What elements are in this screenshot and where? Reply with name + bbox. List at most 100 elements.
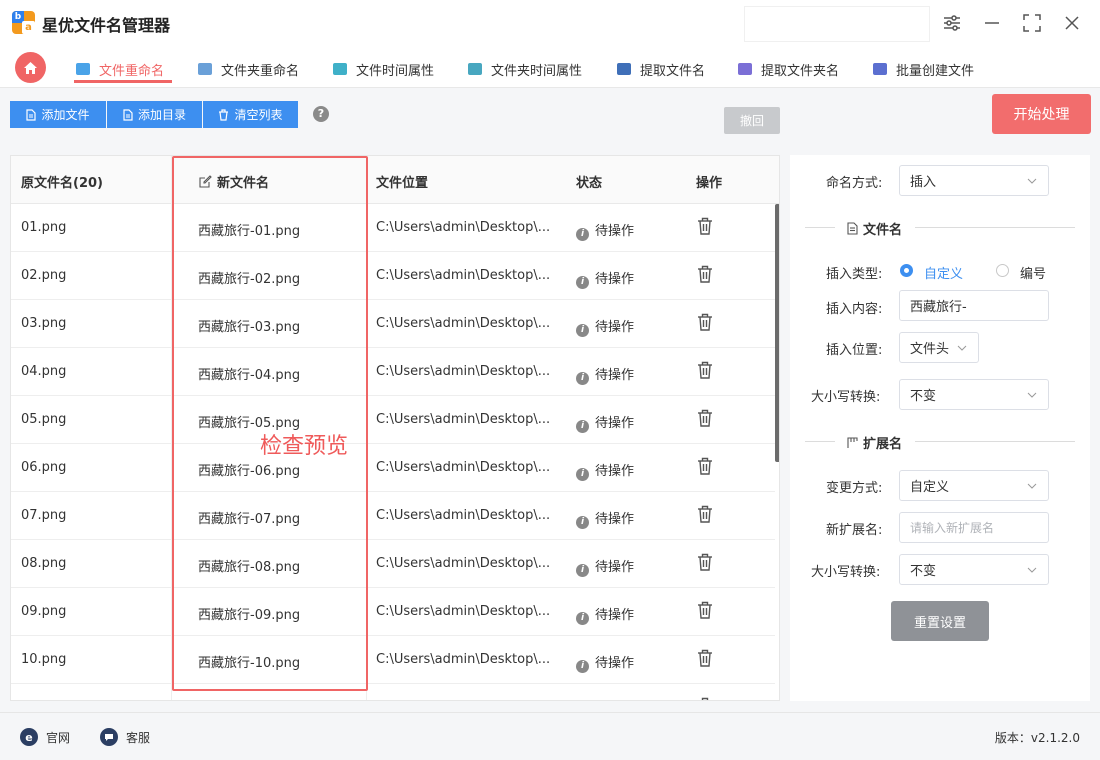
delete-row-icon[interactable] bbox=[697, 265, 713, 287]
tab-bar: 文件重命名 文件夹重命名 文件时间属性 文件夹时间属性 提取文件名 提取文件夹名… bbox=[0, 46, 1100, 88]
home-button[interactable] bbox=[15, 52, 46, 83]
delete-row-icon[interactable] bbox=[697, 601, 713, 623]
filename-section-title: 文件名 bbox=[863, 223, 903, 238]
insert-type-custom-radio[interactable] bbox=[900, 264, 913, 277]
insert-type-custom-label[interactable]: 自定义 bbox=[924, 263, 963, 282]
clear-list-label: 清空列表 bbox=[234, 108, 283, 122]
tab-extract-foldername[interactable]: 提取文件夹名 bbox=[738, 56, 839, 82]
status-cell: i 待操作 bbox=[576, 556, 634, 577]
change-method-select[interactable]: 自定义 bbox=[899, 470, 1049, 501]
tab-folder-rename[interactable]: 文件夹重命名 bbox=[198, 56, 299, 82]
info-icon: i bbox=[576, 420, 589, 433]
location-cell: C:\Users\admin\Desktop\... bbox=[376, 316, 551, 331]
extension-case-select[interactable]: 不变 bbox=[899, 554, 1049, 585]
new-extension-label: 新扩展名: bbox=[826, 523, 883, 538]
add-directory-button[interactable]: 添加目录 bbox=[107, 101, 202, 128]
table-scrollbar[interactable] bbox=[775, 204, 779, 462]
add-file-button[interactable]: 添加文件 bbox=[10, 101, 106, 128]
delete-row-icon[interactable] bbox=[697, 361, 713, 383]
settings-sliders-icon[interactable] bbox=[941, 12, 963, 34]
tab-file-rename[interactable]: 文件重命名 bbox=[76, 56, 164, 82]
website-label: 官网 bbox=[46, 730, 71, 745]
case-conversion-select[interactable]: 不变 bbox=[899, 379, 1049, 410]
location-cell: C:\Users\admin\Desktop\... bbox=[376, 652, 551, 667]
location-cell: C:\Users\admin\Desktop\... bbox=[376, 604, 551, 619]
info-icon: i bbox=[576, 228, 589, 241]
start-processing-button[interactable]: 开始处理 bbox=[992, 94, 1091, 134]
info-icon: i bbox=[576, 516, 589, 529]
reset-settings-button[interactable]: 重置设置 bbox=[891, 601, 989, 641]
help-icon[interactable]: ? bbox=[313, 106, 329, 122]
tab-label: 文件重命名 bbox=[99, 63, 165, 79]
minimize-icon[interactable] bbox=[981, 12, 1003, 34]
table-header: 原文件名(20) 新文件名 文件位置 状态 操作 bbox=[11, 156, 779, 204]
status-cell: i 待操作 bbox=[576, 652, 634, 673]
insert-content-input[interactable]: 西藏旅行- bbox=[899, 290, 1049, 321]
table-row[interactable]: 02.png 西藏旅行-02.png C:\Users\admin\Desktop\… bbox=[11, 252, 775, 300]
status-text: 待操作 bbox=[595, 368, 635, 383]
delete-row-icon[interactable] bbox=[697, 553, 713, 575]
status-cell: i 待操作 bbox=[576, 604, 634, 625]
info-icon: i bbox=[576, 468, 589, 481]
file-rename-icon bbox=[76, 63, 90, 75]
table-row[interactable]: 09.png 西藏旅行-09.png C:\Users\admin\Desktop\… bbox=[11, 588, 775, 636]
tab-label: 提取文件名 bbox=[640, 63, 706, 79]
table-row[interactable] bbox=[11, 684, 775, 700]
delete-row-icon[interactable] bbox=[697, 457, 713, 479]
location-cell: C:\Users\admin\Desktop\... bbox=[376, 268, 551, 283]
footer: e 官网 客服 版本：v2.1.2.0 bbox=[0, 712, 1100, 760]
original-name-cell: 10.png bbox=[21, 652, 67, 667]
delete-row-icon[interactable] bbox=[697, 697, 713, 700]
insert-position-select[interactable]: 文件头 bbox=[899, 332, 979, 363]
website-link[interactable]: e 官网 bbox=[20, 728, 70, 746]
change-method-label: 变更方式: bbox=[826, 481, 883, 496]
close-icon[interactable] bbox=[1061, 12, 1083, 34]
naming-method-select[interactable]: 插入 bbox=[899, 165, 1049, 196]
table-row[interactable]: 01.png 西藏旅行-01.png C:\Users\admin\Desktop\… bbox=[11, 204, 775, 252]
status-cell: i 待操作 bbox=[576, 316, 634, 337]
maximize-icon[interactable] bbox=[1021, 12, 1043, 34]
delete-row-icon[interactable] bbox=[697, 409, 713, 431]
file-icon bbox=[123, 108, 133, 121]
naming-method-label: 命名方式: bbox=[826, 176, 883, 191]
delete-row-icon[interactable] bbox=[697, 217, 713, 239]
new-extension-input[interactable]: 请输入新扩展名 bbox=[899, 512, 1049, 543]
table-row[interactable]: 07.png 西藏旅行-07.png C:\Users\admin\Desktop\… bbox=[11, 492, 775, 540]
table-row[interactable]: 10.png 西藏旅行-10.png C:\Users\admin\Desktop\… bbox=[11, 636, 775, 684]
status-text: 待操作 bbox=[595, 464, 635, 479]
table-row[interactable]: 05.png 西藏旅行-05.png C:\Users\admin\Desktop\… bbox=[11, 396, 775, 444]
extension-section-header: 扩展名 bbox=[805, 431, 1075, 452]
insert-type-number-label[interactable]: 编号 bbox=[1020, 263, 1046, 282]
status-cell: i 待操作 bbox=[576, 508, 634, 529]
tab-folder-time[interactable]: 文件夹时间属性 bbox=[468, 56, 582, 82]
file-time-icon bbox=[333, 63, 347, 75]
tab-batch-create[interactable]: 批量创建文件 bbox=[873, 56, 974, 82]
table-row[interactable]: 08.png 西藏旅行-08.png C:\Users\admin\Desktop\… bbox=[11, 540, 775, 588]
change-method-value: 自定义 bbox=[910, 480, 950, 495]
support-link[interactable]: 客服 bbox=[100, 728, 150, 746]
table-row[interactable]: 06.png 西藏旅行-06.png C:\Users\admin\Desktop\… bbox=[11, 444, 775, 492]
file-table: 原文件名(20) 新文件名 文件位置 状态 操作 01.png 西藏旅行-01.p… bbox=[10, 155, 780, 701]
active-tab-indicator bbox=[74, 80, 172, 83]
original-name-cell: 01.png bbox=[21, 220, 67, 235]
location-cell: C:\Users\admin\Desktop\... bbox=[376, 364, 551, 379]
extension-case-value: 不变 bbox=[910, 564, 937, 579]
new-name-highlight-box bbox=[172, 156, 368, 691]
extract-filename-icon bbox=[617, 63, 631, 75]
delete-row-icon[interactable] bbox=[697, 649, 713, 671]
status-cell: i 待操作 bbox=[576, 268, 634, 289]
tab-extract-filename[interactable]: 提取文件名 bbox=[617, 56, 705, 82]
status-text: 待操作 bbox=[595, 512, 635, 527]
undo-button[interactable]: 撤回 bbox=[724, 107, 780, 134]
original-name-cell: 09.png bbox=[21, 604, 67, 619]
clear-list-button[interactable]: 清空列表 bbox=[203, 101, 298, 128]
tab-file-time[interactable]: 文件时间属性 bbox=[333, 56, 434, 82]
table-row[interactable]: 03.png 西藏旅行-03.png C:\Users\admin\Desktop\… bbox=[11, 300, 775, 348]
delete-row-icon[interactable] bbox=[697, 505, 713, 527]
title-bar-blank-area bbox=[744, 6, 930, 42]
delete-row-icon[interactable] bbox=[697, 313, 713, 335]
original-name-cell: 07.png bbox=[21, 508, 67, 523]
chat-bubble-icon bbox=[100, 728, 118, 746]
insert-type-number-radio[interactable] bbox=[996, 264, 1009, 277]
table-row[interactable]: 04.png 西藏旅行-04.png C:\Users\admin\Desktop\… bbox=[11, 348, 775, 396]
